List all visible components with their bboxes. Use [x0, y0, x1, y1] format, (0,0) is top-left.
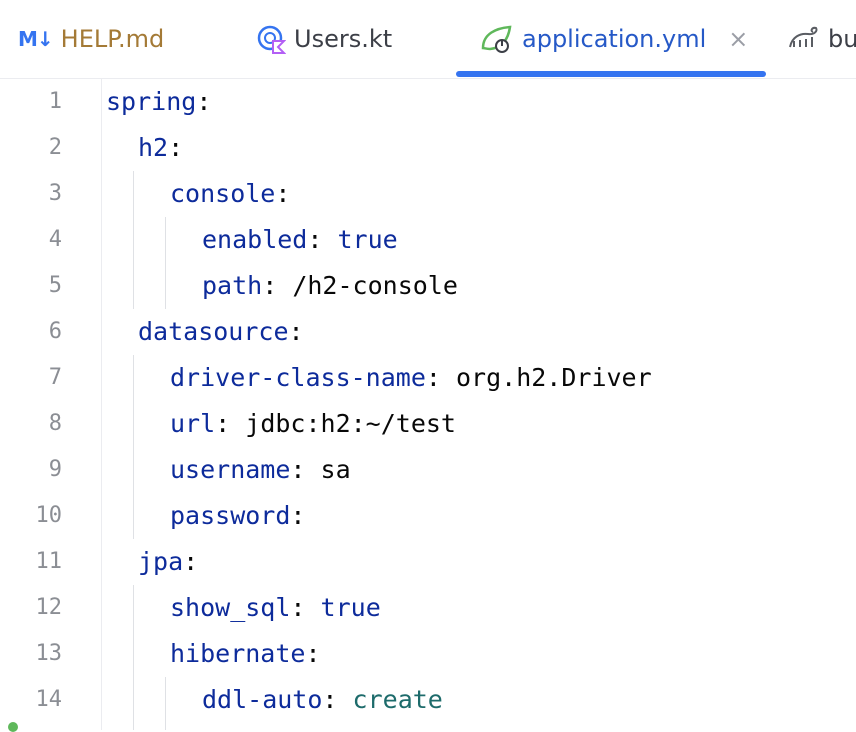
- editor-tab-bar: M↓ HELP.md Users.kt application.yml × bu: [0, 0, 856, 79]
- code-line: enabled: true: [202, 217, 398, 263]
- code-line: url: jdbc:h2:~/test: [170, 401, 456, 447]
- line-number: 8: [48, 411, 62, 436]
- active-tab-indicator: [456, 71, 766, 77]
- yaml-value: /h2-console: [277, 271, 458, 300]
- yaml-colon: :: [425, 363, 441, 392]
- change-marker: [8, 722, 18, 732]
- line-number-gutter: 1 2 3 4 5 6 7 8 9 10 11 12 13 14: [0, 79, 96, 730]
- line-number: 10: [35, 503, 63, 528]
- line-number: 9: [48, 457, 62, 482]
- code-line: driver-class-name: org.h2.Driver: [170, 355, 652, 401]
- code-line: show_sql: true: [170, 585, 381, 631]
- indent-guide: [133, 585, 134, 730]
- yaml-key: hibernate: [170, 639, 306, 668]
- yaml-key: url: [170, 409, 216, 438]
- code-line: password:: [170, 493, 305, 539]
- code-editor[interactable]: spring: h2: console: enabled: true path:…: [106, 79, 856, 730]
- line-number: 13: [35, 641, 63, 666]
- code-line: h2:: [138, 125, 183, 171]
- line-number: 7: [48, 365, 62, 390]
- yaml-colon: :: [215, 409, 231, 438]
- yaml-value: true: [305, 593, 381, 622]
- yaml-colon: :: [288, 317, 304, 346]
- gradle-elephant-icon: [789, 26, 818, 48]
- code-line: hibernate:: [170, 631, 321, 677]
- yaml-colon: :: [322, 685, 338, 714]
- yaml-key: jpa: [138, 547, 184, 576]
- line-number: 5: [48, 273, 62, 298]
- yaml-key: ddl-auto: [202, 685, 323, 714]
- tab-label: HELP.md: [60, 25, 165, 53]
- line-number: 2: [48, 135, 62, 160]
- indent-guide: [165, 217, 166, 309]
- indent-guide: [133, 355, 134, 539]
- gutter-separator: [101, 79, 102, 730]
- yaml-key: path: [202, 271, 263, 300]
- line-number: 4: [48, 227, 62, 252]
- close-icon[interactable]: ×: [728, 25, 748, 53]
- yaml-key: driver-class-name: [170, 363, 426, 392]
- tab-build-gradle[interactable]: bu: [788, 0, 856, 78]
- yaml-value: jdbc:h2:~/test: [230, 409, 456, 438]
- yaml-colon: :: [290, 455, 306, 484]
- spring-boot-icon: [481, 25, 512, 53]
- yaml-key: h2: [138, 133, 169, 162]
- line-number: 11: [35, 549, 63, 574]
- yaml-colon: :: [168, 133, 184, 162]
- tab-label: Users.kt: [294, 25, 393, 53]
- markdown-icon: M↓: [18, 27, 54, 51]
- yaml-colon: :: [275, 179, 291, 208]
- code-line: console:: [170, 171, 290, 217]
- code-line: username: sa: [170, 447, 351, 493]
- tab-help-md[interactable]: M↓ HELP.md: [18, 0, 164, 78]
- code-line: path: /h2-console: [202, 263, 458, 309]
- indent-guide: [165, 677, 166, 730]
- yaml-value: true: [322, 225, 398, 254]
- tab-label: bu: [828, 25, 856, 53]
- yaml-value: create: [337, 685, 443, 714]
- yaml-key: console: [170, 179, 276, 208]
- yaml-key: password: [170, 501, 291, 530]
- code-line: datasource:: [138, 309, 304, 355]
- yaml-value: sa: [305, 455, 351, 484]
- tab-users-kt[interactable]: Users.kt: [256, 0, 392, 78]
- yaml-colon: :: [290, 593, 306, 622]
- code-line: spring:: [106, 79, 211, 125]
- yaml-colon: :: [183, 547, 199, 576]
- kotlin-class-icon: [257, 25, 286, 54]
- yaml-key: datasource: [138, 317, 289, 346]
- tab-application-yml[interactable]: application.yml ×: [480, 0, 748, 78]
- yaml-key: username: [170, 455, 291, 484]
- yaml-colon: :: [307, 225, 323, 254]
- yaml-key: enabled: [202, 225, 308, 254]
- yaml-colon: :: [305, 639, 321, 668]
- code-line: jpa:: [138, 539, 198, 585]
- yaml-key: spring: [106, 87, 197, 116]
- line-number: 6: [48, 319, 62, 344]
- yaml-colon: :: [196, 87, 212, 116]
- yaml-colon: :: [262, 271, 278, 300]
- tab-label: application.yml: [522, 25, 707, 53]
- line-number: 1: [48, 89, 62, 114]
- yaml-colon: :: [290, 501, 306, 530]
- line-number: 14: [35, 687, 63, 712]
- line-number: 3: [48, 181, 62, 206]
- indent-guide: [133, 171, 134, 309]
- yaml-key: show_sql: [170, 593, 291, 622]
- line-number: 12: [35, 595, 63, 620]
- code-line: ddl-auto: create: [202, 677, 443, 723]
- yaml-value: org.h2.Driver: [440, 363, 652, 392]
